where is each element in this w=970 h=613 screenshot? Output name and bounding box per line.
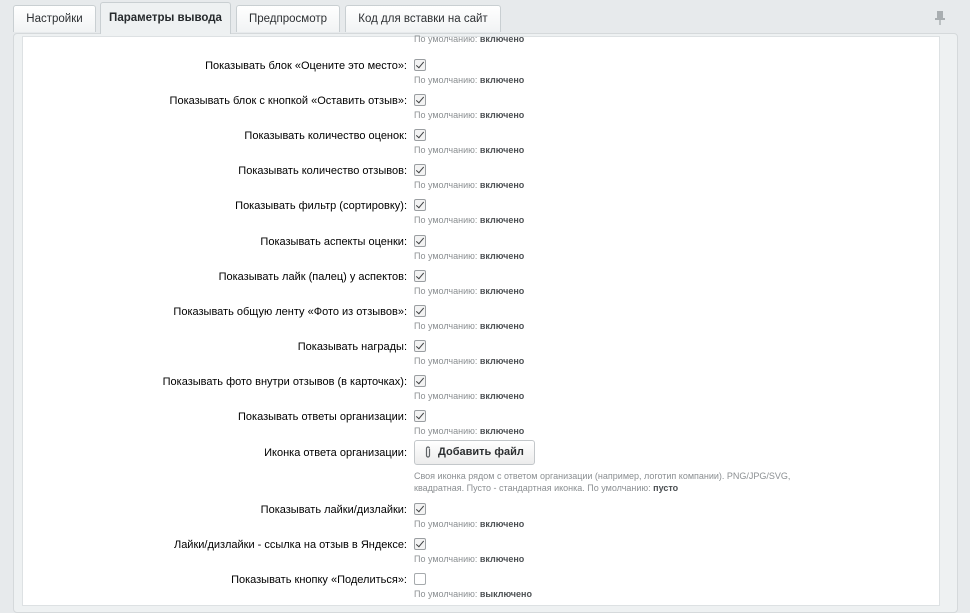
setting-checkbox[interactable] <box>414 59 426 71</box>
pin-icon[interactable] <box>933 10 947 26</box>
setting-label: Показывать количество оценок: <box>244 130 407 143</box>
default-hint: По умолчанию: включено <box>414 554 525 565</box>
default-hint: По умолчанию: включено <box>414 285 525 296</box>
setting-label: Показывать ответы организации: <box>238 411 407 423</box>
default-hint: По умолчанию: включено <box>414 390 525 401</box>
setting-row: Показывать фильтр (сортировку): По умолча… <box>0 194 970 229</box>
setting-label: Показывать блок с кнопкой «Оставить отзы… <box>169 95 407 108</box>
setting-checkbox[interactable] <box>414 234 426 247</box>
default-hint: По умолчанию: включено <box>414 519 525 529</box>
default-hint: По умолчанию: включено <box>414 110 525 121</box>
setting-checkbox[interactable] <box>414 164 426 177</box>
default-hint: По умолчанию: включено <box>414 355 525 366</box>
tab-embed-code[interactable]: Код для вставки на сайт <box>345 5 501 32</box>
add-file-button[interactable]: Добавить файл <box>414 440 535 465</box>
setting-label: Показывать фильтр (сортировку): <box>235 200 407 213</box>
setting-row: Показывать блок «Оцените это место»: По у… <box>0 54 970 89</box>
tab-bar: Настройки Параметры вывода Предпросмотр … <box>0 0 970 34</box>
default-hint: По умолчанию: включено <box>414 145 525 156</box>
paperclip-icon <box>425 446 431 458</box>
default-hint: По умолчанию: включено <box>414 320 525 331</box>
setting-checkbox[interactable] <box>414 129 426 142</box>
setting-checkbox[interactable] <box>414 374 426 387</box>
setting-label: Иконка ответа организации: <box>264 447 407 459</box>
default-hint: По умолчанию: включено <box>414 250 525 261</box>
setting-row: Показывать количество отзывов: По умолчан… <box>0 159 970 194</box>
setting-checkbox[interactable] <box>414 410 426 422</box>
setting-row: Показывать лайки/дизлайки: По умолчанию: … <box>0 498 970 533</box>
setting-row: Лайки/дизлайки - ссылка на отзыв в Яндек… <box>0 533 970 568</box>
setting-label: Показывать аспекты оценки: <box>260 235 407 248</box>
setting-label: Показывать награды: <box>297 340 407 353</box>
setting-checkbox[interactable] <box>414 269 426 282</box>
default-hint: По умолчанию: включено <box>414 180 525 191</box>
setting-row: Показывать аспекты оценки: По умолчанию: … <box>0 230 970 265</box>
setting-row: Показывать кнопку «Поделиться»: По умолча… <box>0 568 970 603</box>
setting-row: Показывать общую ленту «Фото из отзывов»… <box>0 300 970 335</box>
setting-label: Показывать фото внутри отзывов (в карточ… <box>162 375 407 388</box>
setting-label: Лайки/дизлайки - ссылка на отзыв в Яндек… <box>173 539 407 552</box>
default-hint: По умолчанию: включено <box>414 215 525 226</box>
setting-label: Показывать блок «Оцените это место»: <box>205 60 407 72</box>
tab-preview[interactable]: Предпросмотр <box>236 5 340 32</box>
setting-checkbox[interactable] <box>414 573 426 586</box>
setting-row: Показывать количество оценок: По умолчани… <box>0 124 970 159</box>
default-hint: По умолчанию: выключено <box>414 589 532 600</box>
setting-label: Показывать количество отзывов: <box>238 165 407 178</box>
setting-checkbox[interactable] <box>414 304 426 317</box>
setting-checkbox[interactable] <box>414 94 426 107</box>
setting-checkbox[interactable] <box>414 538 426 551</box>
default-hint-partial: По умолчанию: включено <box>414 34 525 44</box>
setting-row: Показывать лайк (палец) у аспектов: По ум… <box>0 265 970 300</box>
setting-label: Показывать кнопку «Поделиться»: <box>231 574 407 587</box>
setting-checkbox[interactable] <box>414 339 426 352</box>
tab-settings[interactable]: Настройки <box>13 5 96 32</box>
setting-row: Показывать фото внутри отзывов (в карточ… <box>0 370 970 405</box>
org-icon-description: Своя иконка рядом с ответом организации … <box>414 471 791 493</box>
setting-label: Показывать общую ленту «Фото из отзывов»… <box>173 305 407 318</box>
setting-label: Показывать лайки/дизлайки: <box>260 504 407 516</box>
setting-row: Показывать блок с кнопкой «Оставить отзы… <box>0 89 970 124</box>
setting-row: Показывать награды: По умолчанию: включен… <box>0 335 970 370</box>
tab-output-params[interactable]: Параметры вывода <box>100 2 231 34</box>
setting-label: Показывать лайк (палец) у аспектов: <box>218 270 407 283</box>
default-hint: По умолчанию: включено <box>414 426 525 436</box>
setting-row-org-icon: Иконка ответа организации: Добавить файл… <box>0 440 970 493</box>
default-hint: По умолчанию: включено <box>414 75 525 85</box>
setting-checkbox[interactable] <box>414 503 426 515</box>
setting-checkbox[interactable] <box>414 199 426 212</box>
setting-row: Показывать ответы организации: По умолчан… <box>0 405 970 440</box>
